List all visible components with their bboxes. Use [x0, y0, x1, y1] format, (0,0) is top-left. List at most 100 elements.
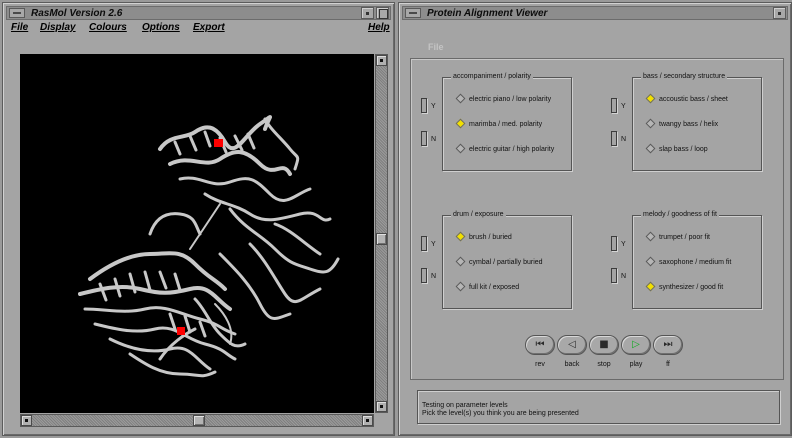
radio-option[interactable]: trumpet / poor fit — [645, 231, 710, 243]
rewind-icon: ⏮ — [535, 339, 545, 350]
yes-label: Y — [431, 103, 436, 110]
group-title: accompaniment / polarity — [451, 71, 533, 82]
yes-toggle[interactable] — [611, 236, 617, 251]
radio-label: synthesizer / good fit — [659, 284, 724, 291]
yes-label: Y — [621, 241, 626, 248]
rasmol-titlebar[interactable]: RasMol Version 2.6 — [6, 6, 391, 20]
stop-button[interactable]: ■ — [589, 335, 619, 355]
radio-diamond-icon — [455, 118, 466, 129]
ff-button[interactable]: ⏭ — [653, 335, 683, 355]
radio-label: accoustic bass / sheet — [659, 96, 728, 103]
rasmol-menubar: File Display Colours Options Export Help — [6, 21, 391, 36]
radio-diamond-icon — [645, 93, 656, 104]
menu-help[interactable]: Help — [368, 22, 390, 34]
radio-diamond-icon — [645, 231, 656, 242]
viewer-menubar: File — [402, 23, 788, 53]
molecule-canvas[interactable] — [20, 54, 374, 413]
viewer-title: Protein Alignment Viewer — [427, 8, 548, 19]
radio-label: slap bass / loop — [659, 146, 708, 153]
radio-label: full kit / exposed — [469, 284, 520, 291]
minimize-icon[interactable] — [773, 7, 786, 19]
no-toggle[interactable] — [611, 268, 617, 283]
no-label: N — [621, 136, 627, 143]
rasmol-title: RasMol Version 2.6 — [31, 8, 123, 19]
yes-toggle[interactable] — [421, 98, 427, 113]
menu-file[interactable]: File — [11, 22, 28, 34]
stop-icon: ■ — [599, 339, 609, 350]
radio-label: trumpet / poor fit — [659, 234, 710, 241]
stop-label: stop — [597, 361, 611, 368]
radio-option[interactable]: electric guitar / high polarity — [455, 143, 554, 155]
fast-forward-icon: ⏭ — [663, 339, 673, 350]
radio-label: electric piano / low polarity — [469, 96, 552, 103]
radio-option[interactable]: saxophone / medium fit — [645, 256, 732, 268]
radio-diamond-icon — [645, 143, 656, 154]
group-accompaniment-polarity: accompaniment / polarity electric piano … — [442, 71, 572, 171]
menu-colours[interactable]: Colours — [89, 22, 127, 34]
menu-file[interactable]: File — [428, 41, 444, 53]
radio-label: twangy bass / helix — [659, 121, 719, 128]
group-bass-secondary-structure: bass / secondary structure accoustic bas… — [632, 71, 762, 171]
ff-label: ff — [666, 361, 670, 368]
radio-label: brush / buried — [469, 234, 512, 241]
yes-toggle[interactable] — [421, 236, 427, 251]
scroll-down-icon[interactable] — [376, 401, 387, 412]
radio-label: saxophone / medium fit — [659, 259, 732, 266]
radio-option[interactable]: twangy bass / helix — [645, 118, 719, 130]
no-label: N — [431, 273, 437, 280]
status-message-box: Testing on parameter levels Pick the lev… — [417, 390, 780, 424]
radio-label: cymbal / partially buried — [469, 259, 543, 266]
no-toggle[interactable] — [421, 131, 427, 146]
no-toggle[interactable] — [611, 131, 617, 146]
menu-export[interactable]: Export — [193, 22, 225, 34]
radio-diamond-icon — [645, 281, 656, 292]
back-label: back — [564, 361, 580, 368]
maximize-icon[interactable] — [376, 7, 389, 19]
vertical-scrollbar[interactable] — [375, 54, 388, 413]
radio-diamond-icon — [455, 256, 466, 267]
radio-label: marimba / med. polarity — [469, 121, 543, 128]
viewer-titlebar[interactable]: Protein Alignment Viewer — [402, 6, 788, 20]
radio-option[interactable]: cymbal / partially buried — [455, 256, 543, 268]
no-toggle[interactable] — [421, 268, 427, 283]
radio-diamond-icon — [645, 256, 656, 267]
radio-option[interactable]: accoustic bass / sheet — [645, 93, 728, 105]
rev-label: rev — [535, 361, 545, 368]
radio-diamond-icon — [645, 118, 656, 129]
radio-option[interactable]: slap bass / loop — [645, 143, 708, 155]
yes-toggle[interactable] — [611, 98, 617, 113]
radio-option[interactable]: synthesizer / good fit — [645, 281, 724, 293]
minimize-icon[interactable] — [361, 7, 374, 19]
horizontal-scroll-thumb[interactable] — [193, 415, 205, 426]
group-melody-goodness-of-fit: melody / goodness of fit trumpet / poor … — [632, 209, 762, 309]
scroll-left-icon[interactable] — [21, 415, 32, 426]
scroll-up-icon[interactable] — [376, 55, 387, 66]
vertical-scroll-thumb[interactable] — [376, 233, 387, 245]
group-title: drum / exposure — [451, 209, 506, 220]
no-label: N — [431, 136, 437, 143]
radio-diamond-icon — [455, 93, 466, 104]
parameter-panel: Y N accompaniment / polarity electric pi… — [410, 58, 784, 380]
back-button[interactable]: ◁ — [557, 335, 587, 355]
window-menu-icon[interactable] — [405, 8, 421, 18]
group-title: bass / secondary structure — [641, 71, 728, 82]
play-label: play — [629, 361, 643, 368]
protein-ribbon-image — [78, 115, 340, 378]
radio-option[interactable]: marimba / med. polarity — [455, 118, 543, 130]
window-menu-icon[interactable] — [9, 8, 25, 18]
status-line: Pick the level(s) you think you are bein… — [422, 410, 579, 417]
menu-options[interactable]: Options — [142, 22, 180, 34]
play-button[interactable]: ▷ — [621, 335, 651, 355]
menu-display[interactable]: Display — [40, 22, 76, 34]
radio-option[interactable]: brush / buried — [455, 231, 512, 243]
horizontal-scrollbar[interactable] — [20, 414, 374, 427]
radio-diamond-icon — [455, 143, 466, 154]
group-drum-exposure: drum / exposure brush / buried cymbal / … — [442, 209, 572, 309]
scroll-right-icon[interactable] — [362, 415, 373, 426]
no-label: N — [621, 273, 627, 280]
back-icon: ◁ — [568, 339, 576, 350]
radio-option[interactable]: electric piano / low polarity — [455, 93, 552, 105]
radio-option[interactable]: full kit / exposed — [455, 281, 520, 293]
yes-label: Y — [431, 241, 436, 248]
rev-button[interactable]: ⏮ — [525, 335, 555, 355]
